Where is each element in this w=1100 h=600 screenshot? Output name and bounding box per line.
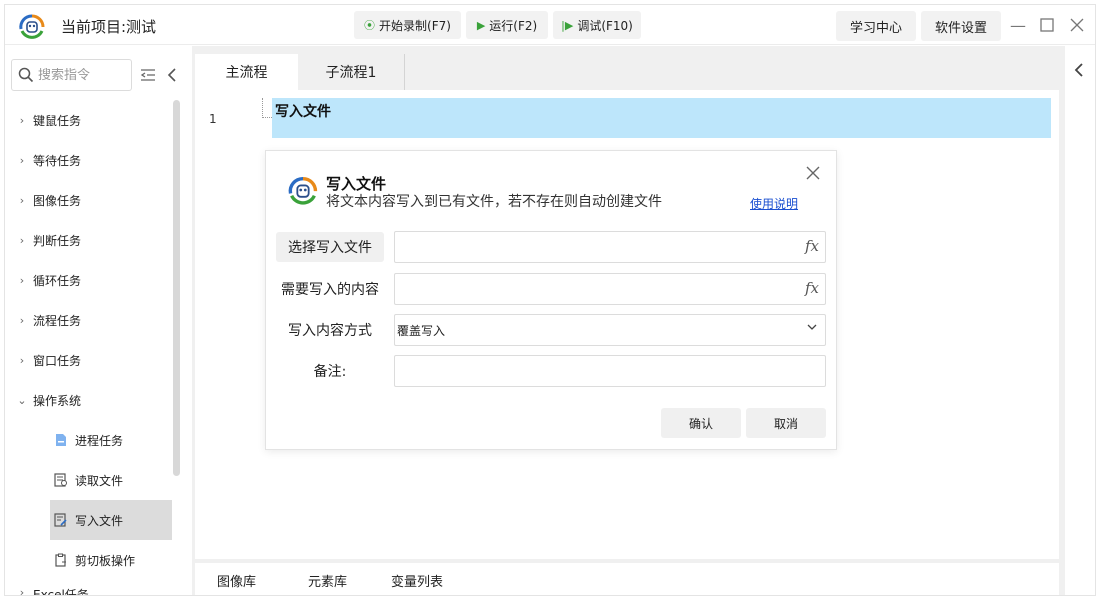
software-settings-button[interactable]: 软件设置 — [921, 11, 1001, 41]
dialog-close-icon[interactable] — [803, 163, 823, 183]
tree-category-label: 流程任务 — [33, 313, 82, 328]
usage-help-link[interactable]: 使用说明 — [750, 195, 798, 212]
tree-category-keyboard-mouse[interactable]: › 键鼠任务 — [5, 100, 175, 140]
start-record-label: 开始录制(F7) — [379, 18, 451, 33]
select-write-file-button[interactable]: 选择写入文件 — [276, 232, 384, 262]
tree-category-loop[interactable]: › 循环任务 — [5, 260, 175, 300]
chevron-right-icon: › — [19, 273, 25, 287]
flow-step-text: 写入文件 — [275, 104, 331, 120]
play-icon: ▶ — [476, 18, 486, 32]
write-mode-select[interactable]: 覆盖写入 — [394, 314, 826, 346]
tree-category-label: 图像任务 — [33, 193, 82, 208]
run-button[interactable]: ▶ 运行(F2) — [466, 11, 548, 39]
command-tree: › 键鼠任务 › 等待任务 › 图像任务 › 判断任务 › 循环任务 › 流程任务 › 窗口任… — [5, 100, 175, 596]
tree-item-label: 写入文件 — [75, 513, 124, 528]
minimize-icon[interactable]: — — [1008, 15, 1028, 35]
write-mode-value: 覆盖写入 — [397, 324, 446, 338]
chevron-right-icon: › — [19, 313, 25, 327]
tree-category-label: 等待任务 — [33, 153, 82, 168]
write-content-input[interactable] — [395, 274, 795, 304]
tree-connector — [262, 98, 272, 118]
chevron-right-icon: › — [19, 113, 25, 127]
search-input[interactable] — [38, 67, 128, 83]
tree-category-image[interactable]: › 图像任务 — [5, 180, 175, 220]
debug-button[interactable]: |▶ 调试(F10) — [553, 11, 641, 39]
chevron-right-icon: › — [19, 586, 25, 596]
expand-panel-chevron-icon[interactable] — [1074, 62, 1084, 82]
tree-category-window[interactable]: › 窗口任务 — [5, 340, 175, 380]
write-content-label: 需要写入的内容 — [281, 282, 379, 298]
app-logo-icon — [19, 14, 45, 39]
tab-variable-list[interactable]: 变量列表 — [391, 571, 443, 590]
tree-item-label: 进程任务 — [75, 433, 124, 448]
tree-category-wait[interactable]: › 等待任务 — [5, 140, 175, 180]
chevron-right-icon: › — [19, 193, 25, 207]
write-mode-label: 写入内容方式 — [288, 323, 372, 339]
write-file-dialog: 写入文件 将文本内容写入到已有文件，若不存在则自动创建文件 使用说明 选择写入文… — [265, 150, 837, 450]
write-content-field[interactable]: fx — [394, 273, 826, 305]
tree-category-label: 键鼠任务 — [33, 113, 82, 128]
dialog-logo-icon — [288, 176, 318, 205]
clipboard-icon — [53, 552, 69, 568]
start-record-button[interactable]: ⦿ 开始录制(F7) — [354, 11, 461, 39]
cancel-button[interactable]: 取消 — [746, 408, 826, 438]
fx-icon[interactable]: fx — [805, 279, 819, 297]
search-box[interactable] — [11, 59, 132, 91]
tree-item-read-file[interactable]: 读取文件 — [5, 460, 175, 500]
write-file-icon — [53, 512, 69, 528]
tab-element-library[interactable]: 元素库 — [308, 571, 347, 590]
read-file-icon — [53, 472, 69, 488]
tree-category-label: 判断任务 — [33, 233, 82, 248]
learning-center-button[interactable]: 学习中心 — [836, 11, 916, 41]
debug-label: 调试(F10) — [577, 18, 633, 33]
title-bar: 当前项目:测试 ⦿ 开始录制(F7) ▶ 运行(F2) |▶ 调试(F10) 学… — [5, 5, 1095, 45]
tab-sub-flow-1[interactable]: 子流程1 — [298, 54, 405, 90]
tree-category-flow[interactable]: › 流程任务 — [5, 300, 175, 340]
confirm-button[interactable]: 确认 — [661, 408, 741, 438]
flow-tabs: 主流程 子流程1 — [195, 54, 405, 90]
record-icon: ⦿ — [364, 19, 376, 32]
line-number: 1 — [209, 112, 217, 126]
file-path-input[interactable] — [395, 232, 795, 262]
process-file-icon — [53, 432, 69, 448]
bottom-tabs: 图像库 元素库 变量列表 — [195, 563, 1059, 595]
collapse-all-icon[interactable] — [139, 66, 157, 84]
maximize-icon[interactable] — [1037, 15, 1057, 35]
chevron-right-icon: › — [19, 353, 25, 367]
debug-icon: |▶ — [561, 18, 574, 32]
tree-item-clipboard[interactable]: 剪切板操作 — [5, 540, 175, 580]
tree-category-os[interactable]: ⌄ 操作系统 — [5, 380, 175, 420]
chevron-down-icon: ⌄ — [17, 393, 27, 407]
chevron-right-icon: › — [19, 153, 25, 167]
tab-main-flow[interactable]: 主流程 — [195, 54, 298, 90]
file-path-field[interactable]: fx — [394, 231, 826, 263]
chevron-down-icon — [807, 322, 817, 335]
tab-image-library[interactable]: 图像库 — [217, 571, 256, 590]
tree-category-condition[interactable]: › 判断任务 — [5, 220, 175, 260]
chevron-right-icon: › — [19, 233, 25, 247]
note-field[interactable] — [394, 355, 826, 387]
command-sidebar: › 键鼠任务 › 等待任务 › 图像任务 › 判断任务 › 循环任务 › 流程任务 › 窗口任… — [5, 46, 188, 596]
sidebar-scrollbar[interactable] — [173, 100, 180, 476]
run-label: 运行(F2) — [489, 18, 538, 33]
tree-item-process[interactable]: 进程任务 — [5, 420, 175, 460]
tree-category-label: 循环任务 — [33, 273, 82, 288]
flow-step-row[interactable]: 写入文件 — [272, 98, 1051, 138]
search-icon — [18, 67, 34, 83]
project-title: 当前项目:测试 — [61, 18, 157, 36]
tree-item-write-file[interactable]: 写入文件 — [50, 500, 172, 540]
note-label: 备注: — [313, 364, 347, 380]
right-panel — [1066, 46, 1095, 595]
dialog-description: 将文本内容写入到已有文件，若不存在则自动创建文件 — [326, 194, 662, 210]
tree-category-label: Excel任务 — [33, 588, 89, 596]
note-input[interactable] — [395, 356, 795, 386]
tree-item-label: 读取文件 — [75, 473, 124, 488]
tree-category-label: 操作系统 — [33, 393, 82, 408]
sidebar-collapse-chevron-icon[interactable] — [163, 66, 181, 84]
tree-category-label: 窗口任务 — [33, 353, 82, 368]
tree-item-label: 剪切板操作 — [75, 553, 136, 568]
close-icon[interactable] — [1067, 15, 1087, 35]
tree-category-excel[interactable]: › Excel任务 — [5, 580, 175, 596]
fx-icon[interactable]: fx — [805, 237, 819, 255]
